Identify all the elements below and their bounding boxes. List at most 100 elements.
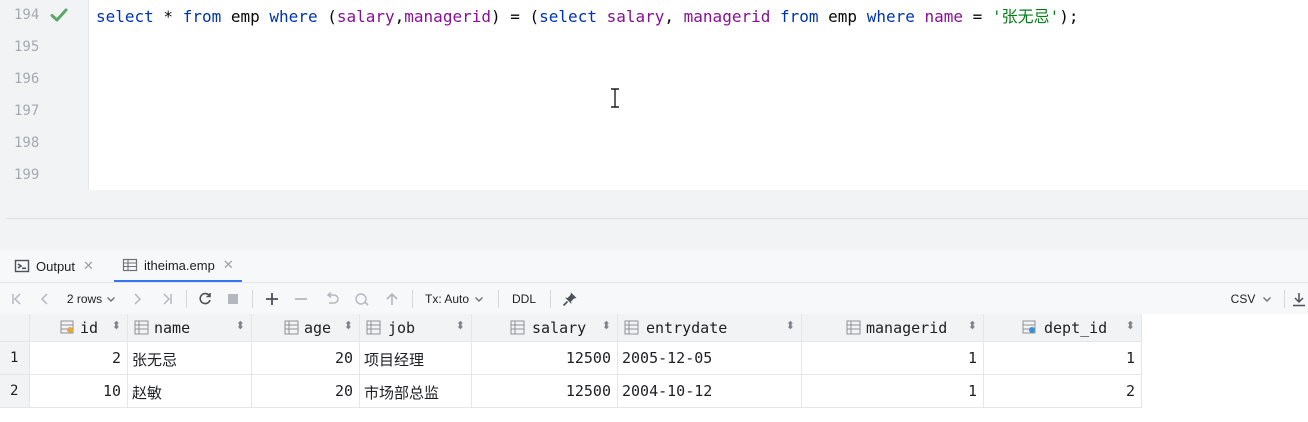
delete-row-button[interactable] — [290, 283, 312, 314]
divider — [6, 218, 1308, 219]
submit-button[interactable] — [380, 283, 404, 314]
table-cell[interactable]: 20 — [252, 342, 360, 375]
sort-icon[interactable]: ⬍ — [112, 319, 121, 332]
toolbar-separator — [1284, 290, 1285, 308]
column-icon — [134, 320, 149, 335]
table-cell[interactable]: 12500 — [472, 342, 618, 375]
result-grid[interactable]: id ⬍ name ⬍ age ⬍ job ⬍ salary ⬍ entryda… — [0, 314, 1308, 422]
ddl-button[interactable]: DDL — [506, 283, 542, 314]
keyword: from — [780, 7, 819, 26]
column-label: managerid — [866, 319, 948, 337]
table-cell[interactable]: 1 — [984, 342, 1142, 375]
line-number: 199 — [14, 167, 40, 183]
cell-value: 12500 — [565, 349, 611, 367]
table-cell[interactable]: 2005-12-05 — [618, 342, 802, 375]
column-header-salary[interactable]: salary ⬍ — [472, 314, 618, 342]
page-size-dropdown[interactable]: 2 rows — [62, 283, 122, 314]
cell-value: 1 — [967, 382, 977, 400]
sort-icon[interactable]: ⬍ — [236, 319, 245, 332]
sort-icon[interactable]: ⬍ — [786, 319, 795, 332]
table-cell[interactable]: 张无忌 — [128, 342, 252, 375]
table-cell[interactable]: 2 — [984, 375, 1142, 408]
code-line-194[interactable]: select * from emp where (salary,manageri… — [96, 4, 1079, 30]
chevron-down-icon — [107, 296, 116, 302]
cell-value: 张无忌 — [132, 352, 178, 369]
column-label: salary — [532, 319, 587, 337]
column-header-job[interactable]: job ⬍ — [360, 314, 472, 342]
table-cell[interactable]: 赵敏 — [128, 375, 252, 408]
sort-icon[interactable]: ⬍ — [344, 319, 353, 332]
table-cell[interactable]: 1 — [802, 375, 984, 408]
tx-mode-label: Tx: Auto — [424, 291, 470, 306]
tab-output[interactable]: Output ✕ — [14, 250, 94, 282]
pin-tab-button[interactable] — [558, 283, 582, 314]
column-label: job — [388, 319, 416, 337]
previous-page-button[interactable] — [34, 283, 56, 314]
sort-icon[interactable]: ⬍ — [602, 319, 611, 332]
last-page-button[interactable] — [156, 283, 178, 314]
next-page-button[interactable] — [126, 283, 148, 314]
undo-icon — [326, 291, 339, 304]
rows-count: 2 rows — [66, 291, 103, 306]
column-ref: managerid — [404, 7, 491, 26]
table-cell[interactable]: 2 — [30, 342, 128, 375]
stop-button[interactable] — [222, 283, 244, 314]
table-cell[interactable]: 20 — [252, 375, 360, 408]
table-cell[interactable]: 市场部总监 — [360, 375, 472, 408]
column-icon — [846, 320, 861, 335]
export-format-dropdown[interactable]: CSV — [1228, 283, 1276, 314]
column-header-dept-id[interactable]: dept_id ⬍ — [984, 314, 1142, 342]
table-cell[interactable]: 1 — [802, 342, 984, 375]
cell-value: 2 — [1125, 382, 1135, 400]
column-header-age[interactable]: age ⬍ — [252, 314, 360, 342]
sql-editor[interactable]: 194 195 196 197 198 199 select * from em… — [0, 0, 1308, 190]
column-header-managerid[interactable]: managerid ⬍ — [802, 314, 984, 342]
column-header-entrydate[interactable]: entrydate ⬍ — [618, 314, 802, 342]
code-text: = — [963, 7, 992, 26]
add-row-button[interactable] — [260, 283, 284, 314]
table-cell[interactable]: 2004-10-12 — [618, 375, 802, 408]
transaction-mode-dropdown[interactable]: Tx: Auto — [420, 283, 490, 314]
sort-icon[interactable]: ⬍ — [1126, 319, 1135, 332]
toolbar-separator — [498, 290, 499, 308]
close-icon[interactable]: ✕ — [223, 257, 234, 273]
cell-value: 项目经理 — [364, 352, 425, 369]
stop-icon — [228, 293, 238, 304]
row-number[interactable]: 2 — [0, 375, 30, 408]
code-text: emp — [818, 7, 867, 26]
preview-changes-button[interactable] — [350, 283, 374, 314]
sort-icon[interactable]: ⬍ — [456, 319, 465, 332]
gutter-line: 196 — [0, 64, 88, 96]
console-output-icon — [14, 259, 30, 273]
column-label: name — [154, 319, 191, 337]
chevron-down-icon — [1263, 296, 1272, 302]
line-number: 194 — [14, 7, 40, 23]
table-cell[interactable]: 10 — [30, 375, 128, 408]
first-page-button[interactable] — [6, 283, 28, 314]
column-ref: name — [924, 7, 964, 26]
arrow-up-icon — [386, 292, 398, 305]
table-cell[interactable]: 12500 — [472, 375, 618, 408]
toolbar-separator — [550, 290, 551, 308]
pin-icon — [562, 292, 577, 306]
line-number: 196 — [14, 71, 40, 87]
line-gutter: 194 195 196 197 198 199 — [0, 0, 89, 190]
table-cell[interactable]: 项目经理 — [360, 342, 472, 375]
row-number[interactable]: 1 — [0, 342, 30, 375]
refresh-button[interactable] — [194, 283, 216, 314]
minus-icon — [295, 297, 307, 300]
download-icon — [1293, 292, 1305, 306]
column-header-name[interactable]: name ⬍ — [128, 314, 252, 342]
sort-icon[interactable]: ⬍ — [968, 319, 977, 332]
revert-button[interactable] — [320, 283, 344, 314]
column-header-id[interactable]: id ⬍ — [30, 314, 128, 342]
table-icon — [122, 258, 138, 272]
column-label: entrydate — [646, 319, 728, 337]
ddl-label: DDL — [511, 291, 536, 306]
export-button[interactable] — [1290, 283, 1308, 314]
chevron-down-icon — [475, 296, 484, 302]
tab-itheima-emp[interactable]: itheima.emp ✕ — [114, 250, 242, 282]
chevron-right-icon — [134, 292, 142, 305]
panel-splitter[interactable] — [0, 190, 1308, 250]
close-icon[interactable]: ✕ — [83, 258, 94, 274]
